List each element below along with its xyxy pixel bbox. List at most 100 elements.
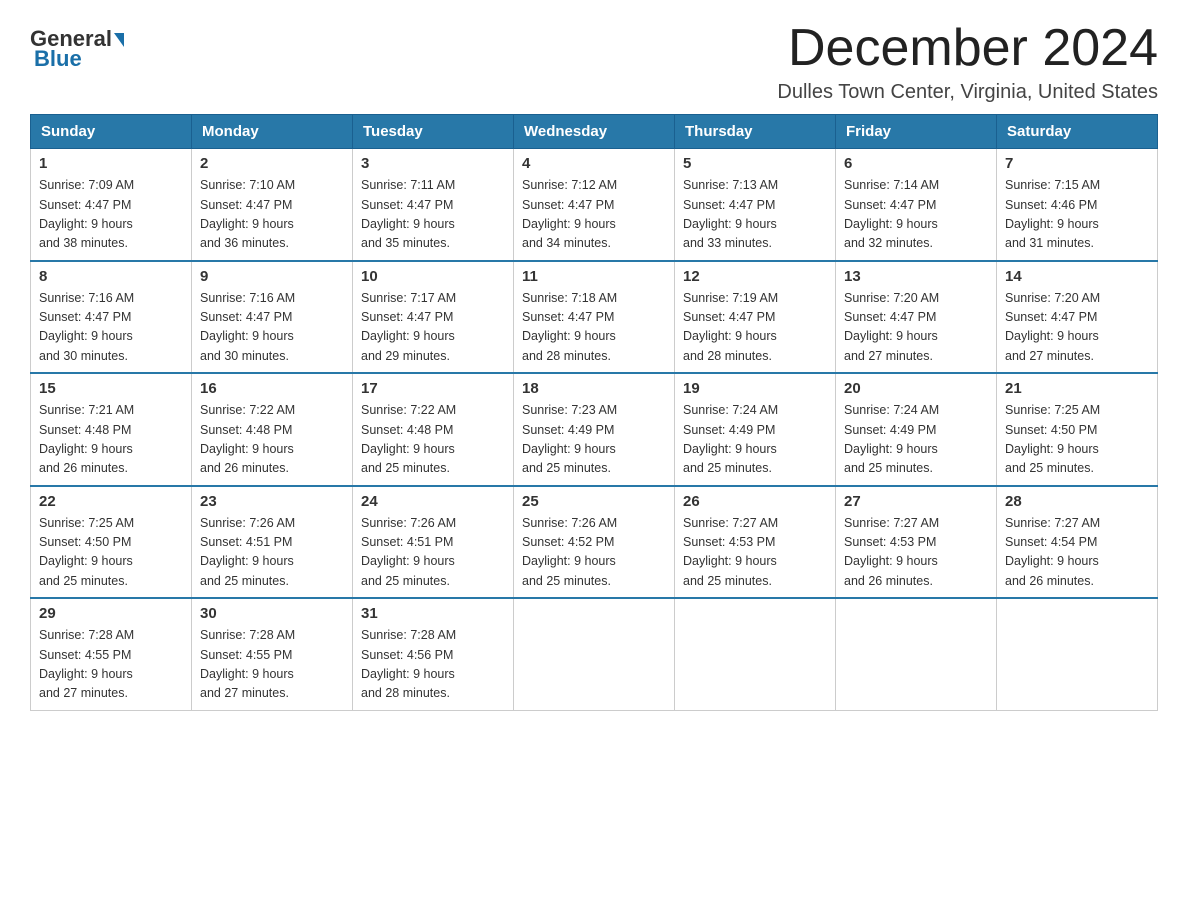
calendar-cell: 18Sunrise: 7:23 AMSunset: 4:49 PMDayligh…: [514, 373, 675, 486]
calendar-cell: 11Sunrise: 7:18 AMSunset: 4:47 PMDayligh…: [514, 261, 675, 374]
day-info: Sunrise: 7:10 AMSunset: 4:47 PMDaylight:…: [200, 176, 344, 254]
day-number: 20: [844, 380, 988, 397]
col-header-sunday: Sunday: [31, 115, 192, 149]
col-header-thursday: Thursday: [675, 115, 836, 149]
day-info: Sunrise: 7:09 AMSunset: 4:47 PMDaylight:…: [39, 176, 183, 254]
day-number: 15: [39, 380, 183, 397]
calendar-cell: 4 Sunrise: 7:12 AMSunset: 4:47 PMDaylight…: [514, 149, 675, 261]
calendar-cell: 27Sunrise: 7:27 AMSunset: 4:53 PMDayligh…: [836, 486, 997, 599]
day-info: Sunrise: 7:14 AMSunset: 4:47 PMDaylight:…: [844, 176, 988, 254]
day-info: Sunrise: 7:24 AMSunset: 4:49 PMDaylight:…: [683, 401, 827, 479]
calendar-cell: [675, 598, 836, 710]
calendar-cell: 26 Sunrise: 7:27 AMSunset: 4:53 PMDayligh…: [675, 486, 836, 599]
calendar-cell: 6 Sunrise: 7:14 AMSunset: 4:47 PMDaylight…: [836, 149, 997, 261]
calendar-week-row: 1Sunrise: 7:09 AMSunset: 4:47 PMDaylight…: [31, 149, 1158, 261]
calendar-cell: 17Sunrise: 7:22 AMSunset: 4:48 PMDayligh…: [353, 373, 514, 486]
calendar-cell: 2Sunrise: 7:10 AMSunset: 4:47 PMDaylight…: [192, 149, 353, 261]
calendar-cell: 1Sunrise: 7:09 AMSunset: 4:47 PMDaylight…: [31, 149, 192, 261]
day-number: 5: [683, 155, 827, 172]
calendar-cell: 25 Sunrise: 7:26 AMSunset: 4:52 PMDayligh…: [514, 486, 675, 599]
day-number: 3: [361, 155, 505, 172]
day-number: 7: [1005, 155, 1149, 172]
day-number: 21: [1005, 380, 1149, 397]
day-number: 22: [39, 493, 183, 510]
day-number: 30: [200, 605, 344, 622]
month-title: December 2024: [777, 20, 1158, 77]
calendar-cell: [836, 598, 997, 710]
calendar-cell: 8 Sunrise: 7:16 AMSunset: 4:47 PMDaylight…: [31, 261, 192, 374]
day-info: Sunrise: 7:27 AMSunset: 4:53 PMDaylight:…: [844, 514, 988, 592]
calendar-cell: 29Sunrise: 7:28 AMSunset: 4:55 PMDayligh…: [31, 598, 192, 710]
calendar-cell: 30 Sunrise: 7:28 AMSunset: 4:55 PMDayligh…: [192, 598, 353, 710]
day-number: 25: [522, 493, 666, 510]
calendar-cell: 24 Sunrise: 7:26 AMSunset: 4:51 PMDayligh…: [353, 486, 514, 599]
day-number: 9: [200, 268, 344, 285]
calendar-cell: 21 Sunrise: 7:25 AMSunset: 4:50 PMDayligh…: [997, 373, 1158, 486]
title-area: December 2024 Dulles Town Center, Virgin…: [777, 20, 1158, 104]
calendar-cell: 28Sunrise: 7:27 AMSunset: 4:54 PMDayligh…: [997, 486, 1158, 599]
day-info: Sunrise: 7:16 AMSunset: 4:47 PMDaylight:…: [39, 289, 183, 367]
day-info: Sunrise: 7:19 AMSunset: 4:47 PMDaylight:…: [683, 289, 827, 367]
calendar-cell: 13 Sunrise: 7:20 AMSunset: 4:47 PMDayligh…: [836, 261, 997, 374]
page-header: General Blue December 2024 Dulles Town C…: [30, 20, 1158, 104]
day-info: Sunrise: 7:26 AMSunset: 4:51 PMDaylight:…: [200, 514, 344, 592]
col-header-saturday: Saturday: [997, 115, 1158, 149]
day-info: Sunrise: 7:13 AMSunset: 4:47 PMDaylight:…: [683, 176, 827, 254]
calendar-cell: 15 Sunrise: 7:21 AMSunset: 4:48 PMDayligh…: [31, 373, 192, 486]
day-number: 13: [844, 268, 988, 285]
calendar-cell: 7 Sunrise: 7:15 AMSunset: 4:46 PMDaylight…: [997, 149, 1158, 261]
day-info: Sunrise: 7:20 AMSunset: 4:47 PMDaylight:…: [1005, 289, 1149, 367]
col-header-monday: Monday: [192, 115, 353, 149]
col-header-friday: Friday: [836, 115, 997, 149]
day-info: Sunrise: 7:16 AMSunset: 4:47 PMDaylight:…: [200, 289, 344, 367]
day-info: Sunrise: 7:22 AMSunset: 4:48 PMDaylight:…: [200, 401, 344, 479]
calendar-cell: 16 Sunrise: 7:22 AMSunset: 4:48 PMDayligh…: [192, 373, 353, 486]
day-info: Sunrise: 7:28 AMSunset: 4:56 PMDaylight:…: [361, 626, 505, 704]
day-number: 26: [683, 493, 827, 510]
day-number: 12: [683, 268, 827, 285]
day-number: 16: [200, 380, 344, 397]
day-number: 8: [39, 268, 183, 285]
day-info: Sunrise: 7:22 AMSunset: 4:48 PMDaylight:…: [361, 401, 505, 479]
calendar-cell: 3Sunrise: 7:11 AMSunset: 4:47 PMDaylight…: [353, 149, 514, 261]
day-number: 10: [361, 268, 505, 285]
day-info: Sunrise: 7:28 AMSunset: 4:55 PMDaylight:…: [200, 626, 344, 704]
day-info: Sunrise: 7:12 AMSunset: 4:47 PMDaylight:…: [522, 176, 666, 254]
day-info: Sunrise: 7:20 AMSunset: 4:47 PMDaylight:…: [844, 289, 988, 367]
calendar-cell: 5 Sunrise: 7:13 AMSunset: 4:47 PMDaylight…: [675, 149, 836, 261]
calendar-header-row: SundayMondayTuesdayWednesdayThursdayFrid…: [31, 115, 1158, 149]
day-number: 4: [522, 155, 666, 172]
calendar-cell: [514, 598, 675, 710]
day-info: Sunrise: 7:15 AMSunset: 4:46 PMDaylight:…: [1005, 176, 1149, 254]
day-info: Sunrise: 7:24 AMSunset: 4:49 PMDaylight:…: [844, 401, 988, 479]
logo: General Blue: [30, 20, 124, 72]
calendar-cell: 23 Sunrise: 7:26 AMSunset: 4:51 PMDayligh…: [192, 486, 353, 599]
calendar-week-row: 29 Sunrise: 7:28 AMSunset: 4:55 PMDayligh…: [31, 598, 1158, 710]
location-title: Dulles Town Center, Virginia, United Sta…: [777, 81, 1158, 104]
calendar-week-row: 22 Sunrise: 7:25 AMSunset: 4:50 PMDayligh…: [31, 486, 1158, 599]
col-header-wednesday: Wednesday: [514, 115, 675, 149]
calendar-cell: 10 Sunrise: 7:17 AMSunset: 4:47 PMDayligh…: [353, 261, 514, 374]
day-info: Sunrise: 7:26 AMSunset: 4:52 PMDaylight:…: [522, 514, 666, 592]
logo-blue-text: Blue: [34, 46, 82, 72]
calendar-cell: 9 Sunrise: 7:16 AMSunset: 4:47 PMDaylight…: [192, 261, 353, 374]
day-number: 31: [361, 605, 505, 622]
calendar-cell: 22 Sunrise: 7:25 AMSunset: 4:50 PMDayligh…: [31, 486, 192, 599]
day-info: Sunrise: 7:25 AMSunset: 4:50 PMDaylight:…: [1005, 401, 1149, 479]
day-info: Sunrise: 7:26 AMSunset: 4:51 PMDaylight:…: [361, 514, 505, 592]
day-info: Sunrise: 7:25 AMSunset: 4:50 PMDaylight:…: [39, 514, 183, 592]
calendar-cell: 20 Sunrise: 7:24 AMSunset: 4:49 PMDayligh…: [836, 373, 997, 486]
day-info: Sunrise: 7:27 AMSunset: 4:53 PMDaylight:…: [683, 514, 827, 592]
day-info: Sunrise: 7:17 AMSunset: 4:47 PMDaylight:…: [361, 289, 505, 367]
day-number: 24: [361, 493, 505, 510]
day-number: 28: [1005, 493, 1149, 510]
calendar-cell: [997, 598, 1158, 710]
calendar-table: SundayMondayTuesdayWednesdayThursdayFrid…: [30, 114, 1158, 711]
day-number: 29: [39, 605, 183, 622]
logo-arrow-icon: [114, 33, 124, 47]
day-number: 11: [522, 268, 666, 285]
day-number: 6: [844, 155, 988, 172]
day-info: Sunrise: 7:21 AMSunset: 4:48 PMDaylight:…: [39, 401, 183, 479]
day-number: 23: [200, 493, 344, 510]
col-header-tuesday: Tuesday: [353, 115, 514, 149]
